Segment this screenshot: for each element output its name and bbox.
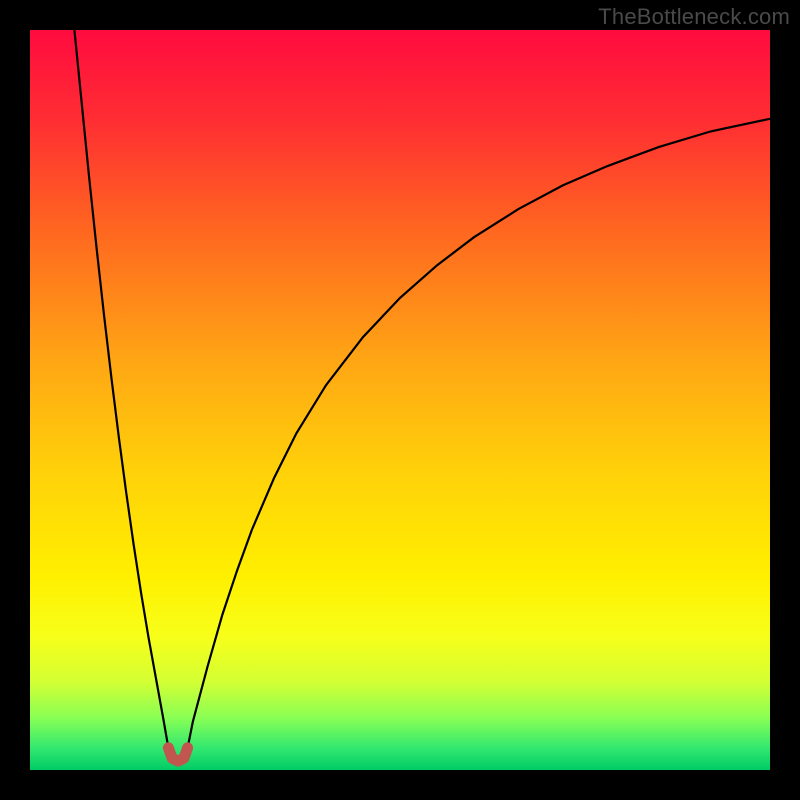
chart-frame: TheBottleneck.com — [0, 0, 800, 800]
gradient-background — [30, 30, 770, 770]
watermark-label: TheBottleneck.com — [598, 4, 790, 30]
bottleneck-chart — [30, 30, 770, 770]
plot-area — [30, 30, 770, 770]
